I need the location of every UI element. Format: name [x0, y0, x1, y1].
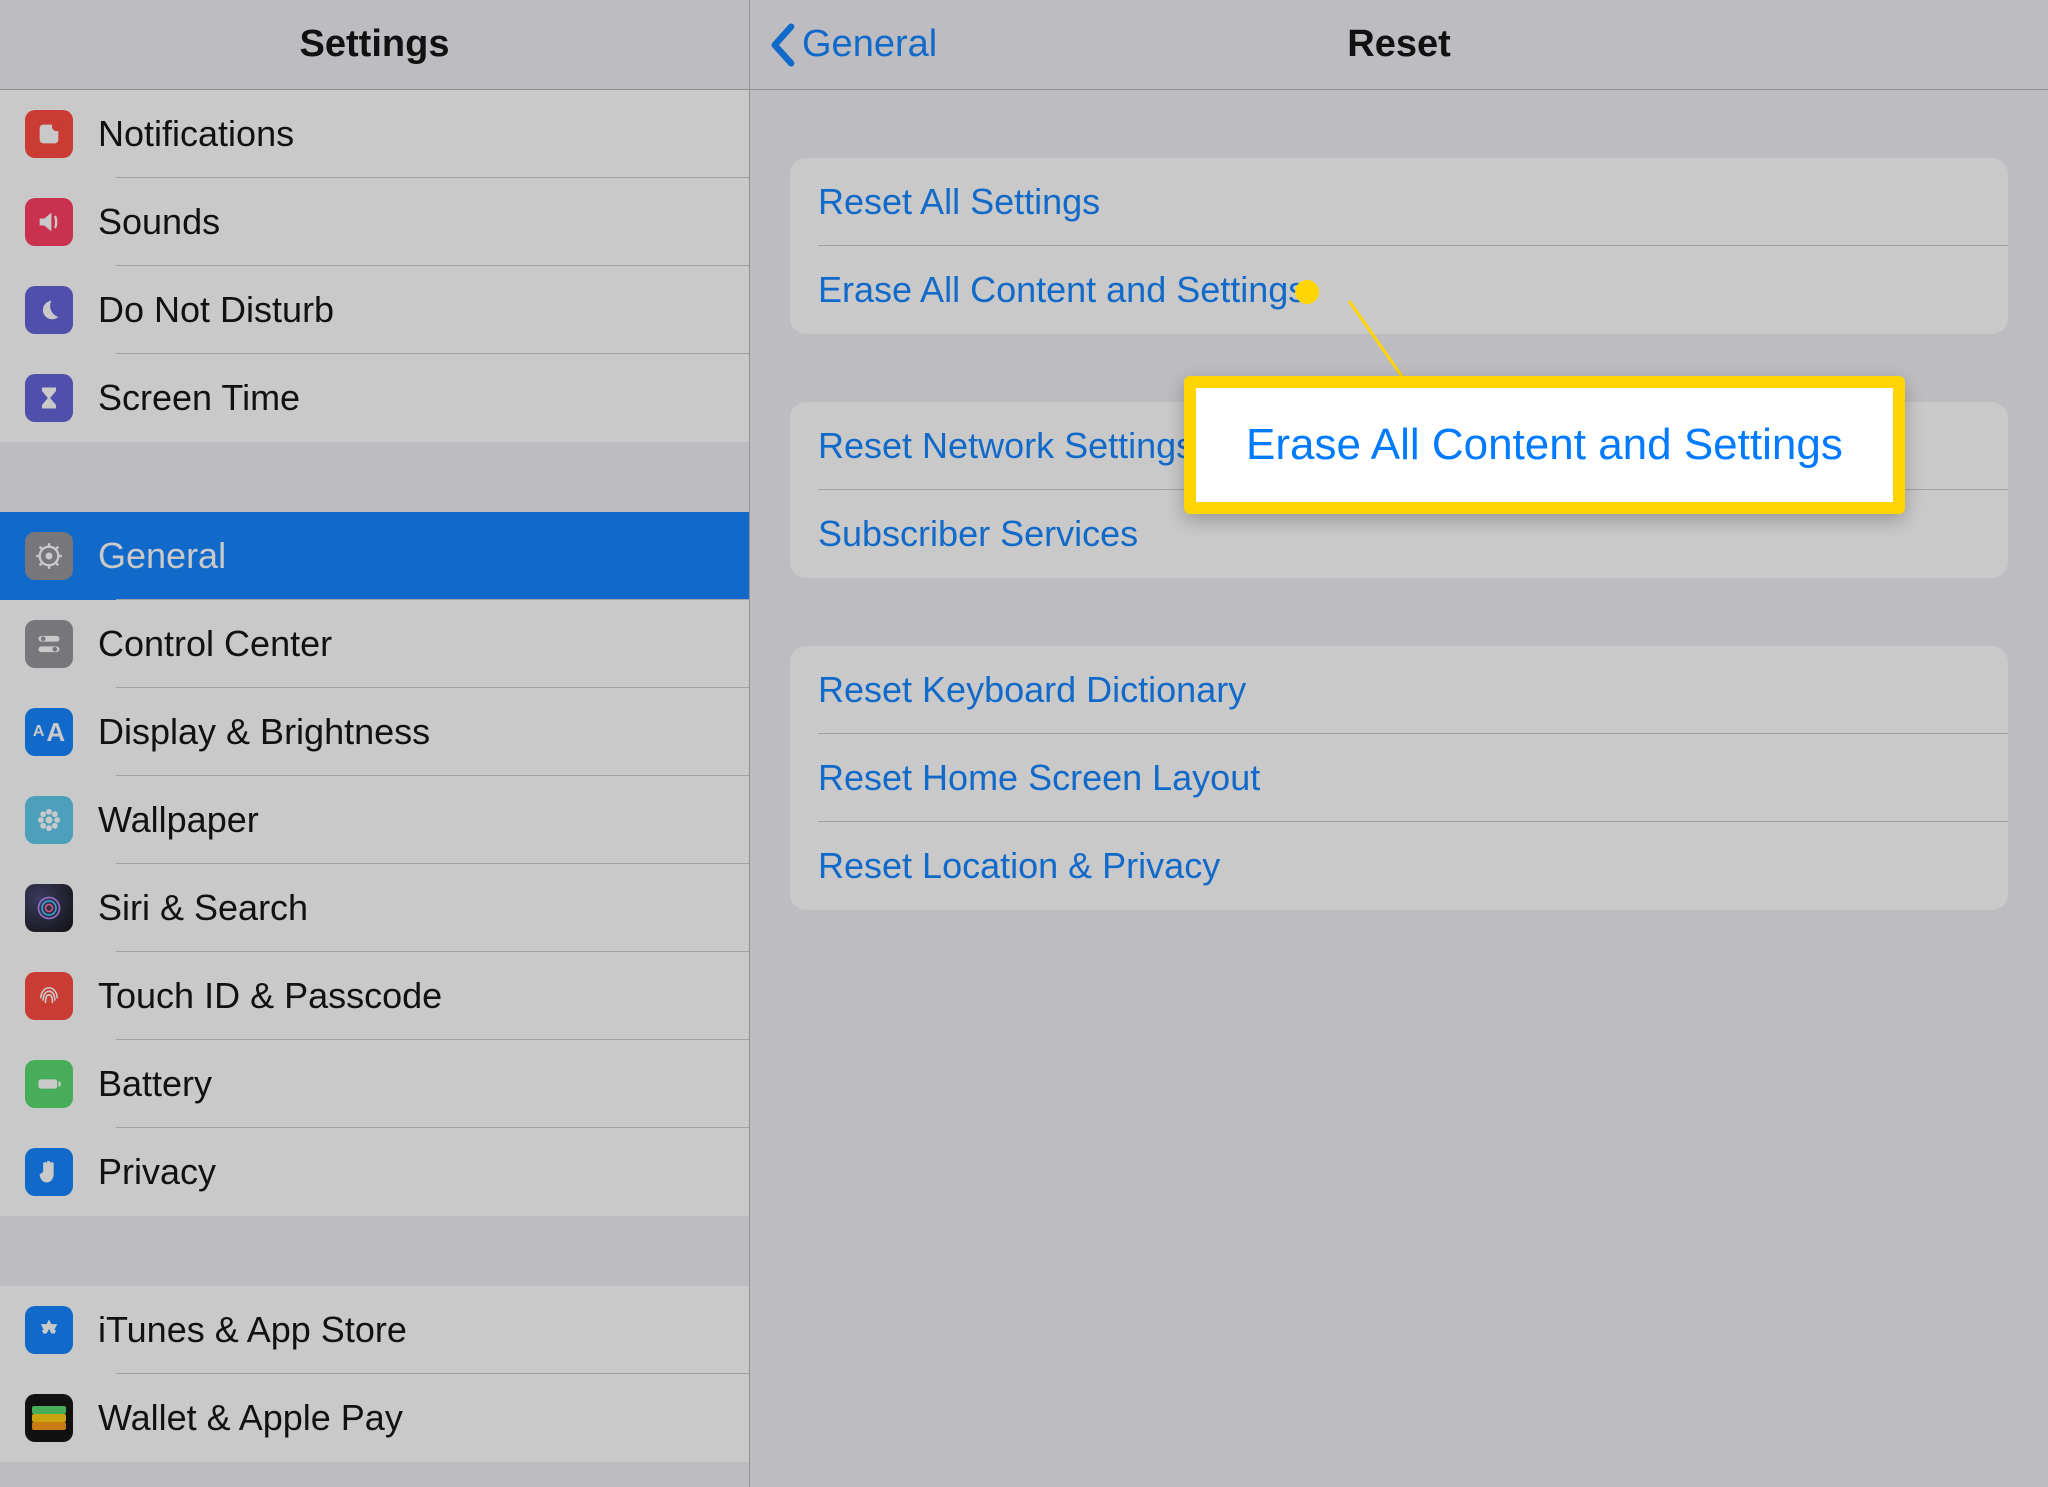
app-store-icon — [25, 1306, 73, 1354]
sidebar-group-2: General Control Center AA Display & Brig… — [0, 512, 749, 1216]
sidebar-item-label: Wallet & Apple Pay — [98, 1397, 403, 1439]
reset-group-1: Reset All Settings Erase All Content and… — [790, 158, 2008, 334]
sidebar-item-label: Privacy — [98, 1151, 216, 1193]
callout-box: Erase All Content and Settings — [1184, 376, 1905, 514]
reset-keyboard-dictionary[interactable]: Reset Keyboard Dictionary — [790, 646, 2008, 734]
notifications-icon — [25, 110, 73, 158]
detail-title: Reset — [750, 23, 2048, 66]
sidebar-item-label: iTunes & App Store — [98, 1309, 407, 1351]
sidebar-title: Settings — [300, 23, 450, 66]
battery-icon — [25, 1060, 73, 1108]
hand-icon — [25, 1148, 73, 1196]
sidebar-item-wallpaper[interactable]: Wallpaper — [0, 776, 749, 864]
reset-location-privacy[interactable]: Reset Location & Privacy — [790, 822, 2008, 910]
chevron-left-icon — [768, 23, 796, 67]
siri-icon — [25, 884, 73, 932]
sidebar-group-3: iTunes & App Store Wallet & Apple Pay — [0, 1286, 749, 1462]
detail-row-label: Reset Network Settings — [818, 425, 1194, 467]
sidebar-item-label: Display & Brightness — [98, 711, 430, 753]
sidebar-item-label: Touch ID & Passcode — [98, 975, 442, 1017]
wallet-icon — [25, 1394, 73, 1442]
sidebar-item-label: Screen Time — [98, 377, 300, 419]
detail-row-label: Erase All Content and Settings — [818, 269, 1306, 311]
sounds-icon — [25, 198, 73, 246]
hourglass-icon — [25, 374, 73, 422]
sidebar-item-general[interactable]: General — [0, 512, 749, 600]
erase-all-content-settings[interactable]: Erase All Content and Settings — [790, 246, 2008, 334]
sidebar-item-display-brightness[interactable]: AA Display & Brightness — [0, 688, 749, 776]
detail-row-label: Reset All Settings — [818, 181, 1100, 223]
sidebar-item-label: Do Not Disturb — [98, 289, 334, 331]
sidebar-item-screen-time[interactable]: Screen Time — [0, 354, 749, 442]
toggles-icon — [25, 620, 73, 668]
sidebar-item-sounds[interactable]: Sounds — [0, 178, 749, 266]
detail-row-label: Subscriber Services — [818, 513, 1138, 555]
sidebar-item-privacy[interactable]: Privacy — [0, 1128, 749, 1216]
detail-pane: General Reset Reset All Settings Erase A… — [750, 0, 2048, 1487]
reset-group-3: Reset Keyboard Dictionary Reset Home Scr… — [790, 646, 2008, 910]
moon-icon — [25, 286, 73, 334]
back-label: General — [802, 23, 937, 66]
settings-sidebar: Settings Notifications Sounds — [0, 0, 750, 1487]
detail-row-label: Reset Home Screen Layout — [818, 757, 1260, 799]
gear-icon — [25, 532, 73, 580]
sidebar-item-do-not-disturb[interactable]: Do Not Disturb — [0, 266, 749, 354]
sidebar-item-label: Battery — [98, 1063, 212, 1105]
sidebar-group-1: Notifications Sounds Do Not Disturb — [0, 90, 749, 442]
reset-all-settings[interactable]: Reset All Settings — [790, 158, 2008, 246]
sidebar-item-notifications[interactable]: Notifications — [0, 90, 749, 178]
sidebar-item-siri-search[interactable]: Siri & Search — [0, 864, 749, 952]
sidebar-item-itunes-app-store[interactable]: iTunes & App Store — [0, 1286, 749, 1374]
sidebar-item-label: Notifications — [98, 113, 294, 155]
text-size-icon: AA — [25, 708, 73, 756]
sidebar-item-control-center[interactable]: Control Center — [0, 600, 749, 688]
sidebar-header: Settings — [0, 0, 749, 90]
callout-text: Erase All Content and Settings — [1246, 420, 1843, 470]
callout-dot — [1295, 280, 1319, 304]
back-button[interactable]: General — [750, 23, 937, 67]
sidebar-item-battery[interactable]: Battery — [0, 1040, 749, 1128]
detail-header: General Reset — [750, 0, 2048, 90]
sidebar-item-label: Siri & Search — [98, 887, 308, 929]
sidebar-item-label: Control Center — [98, 623, 332, 665]
reset-home-screen-layout[interactable]: Reset Home Screen Layout — [790, 734, 2008, 822]
sidebar-item-label: Wallpaper — [98, 799, 259, 841]
flower-icon — [25, 796, 73, 844]
detail-row-label: Reset Location & Privacy — [818, 845, 1220, 887]
fingerprint-icon — [25, 972, 73, 1020]
sidebar-item-label: General — [98, 535, 226, 577]
sidebar-item-wallet-apple-pay[interactable]: Wallet & Apple Pay — [0, 1374, 749, 1462]
detail-row-label: Reset Keyboard Dictionary — [818, 669, 1246, 711]
sidebar-item-touch-id-passcode[interactable]: Touch ID & Passcode — [0, 952, 749, 1040]
sidebar-item-label: Sounds — [98, 201, 220, 243]
